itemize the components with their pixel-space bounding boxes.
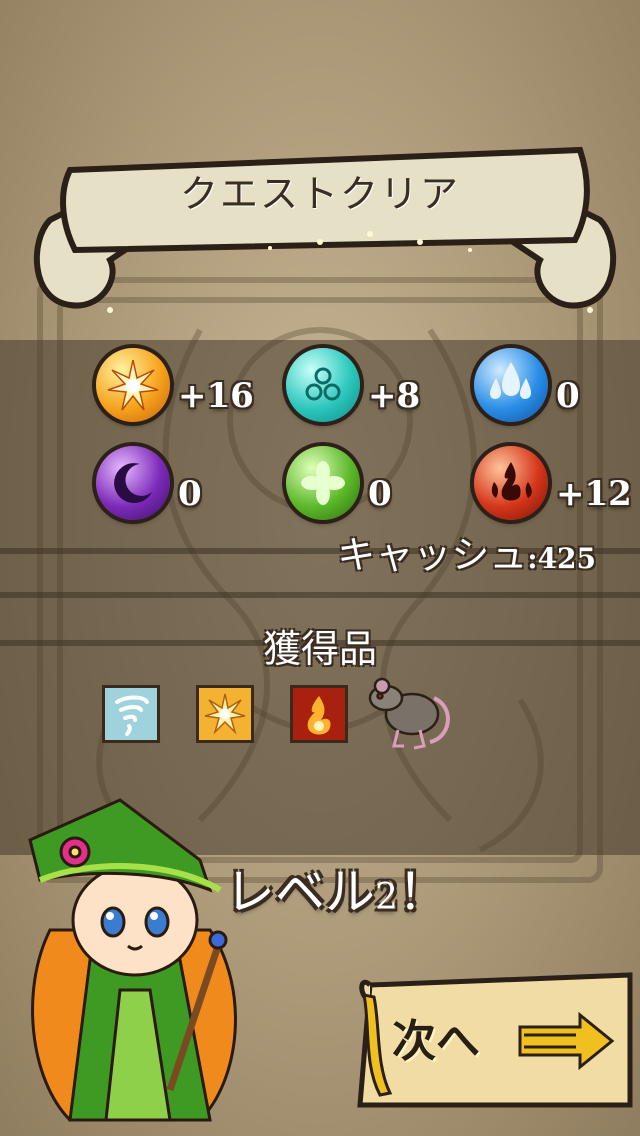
title-banner bbox=[33, 146, 617, 313]
leaf-reward-count: 0 bbox=[368, 474, 392, 514]
cash-label: キャッシュ bbox=[337, 533, 528, 577]
wind-reward-count: +8 bbox=[368, 376, 421, 416]
witch-character bbox=[28, 798, 237, 1122]
loot-title: 獲得品 bbox=[262, 627, 377, 671]
level-up-number: 2 bbox=[375, 877, 398, 918]
cash-value: :425 bbox=[527, 542, 596, 575]
next-button-label[interactable]: 次へ bbox=[392, 1005, 480, 1069]
cash-reward: キャッシュ:425 bbox=[337, 524, 596, 579]
water-reward-count: 0 bbox=[556, 376, 580, 416]
divider bbox=[0, 592, 640, 598]
fire-orb-icon bbox=[474, 446, 548, 520]
sun-reward-count: +16 bbox=[178, 376, 254, 416]
wind-orb-icon bbox=[286, 348, 360, 422]
quest-clear-title: クエストクリア bbox=[179, 172, 460, 216]
leaf-orb-icon bbox=[286, 446, 360, 520]
fire-card-icon bbox=[290, 685, 348, 743]
moon-orb-icon bbox=[96, 446, 170, 520]
level-up-suffix: ！ bbox=[397, 863, 448, 921]
fire-reward-count: +12 bbox=[556, 474, 632, 514]
tornado-card-icon bbox=[102, 685, 160, 743]
moon-reward-count: 0 bbox=[178, 474, 202, 514]
water-orb-icon bbox=[474, 348, 548, 422]
rat-icon bbox=[368, 677, 450, 750]
sun-orb-icon bbox=[96, 348, 170, 422]
sun-card-icon bbox=[196, 685, 254, 743]
